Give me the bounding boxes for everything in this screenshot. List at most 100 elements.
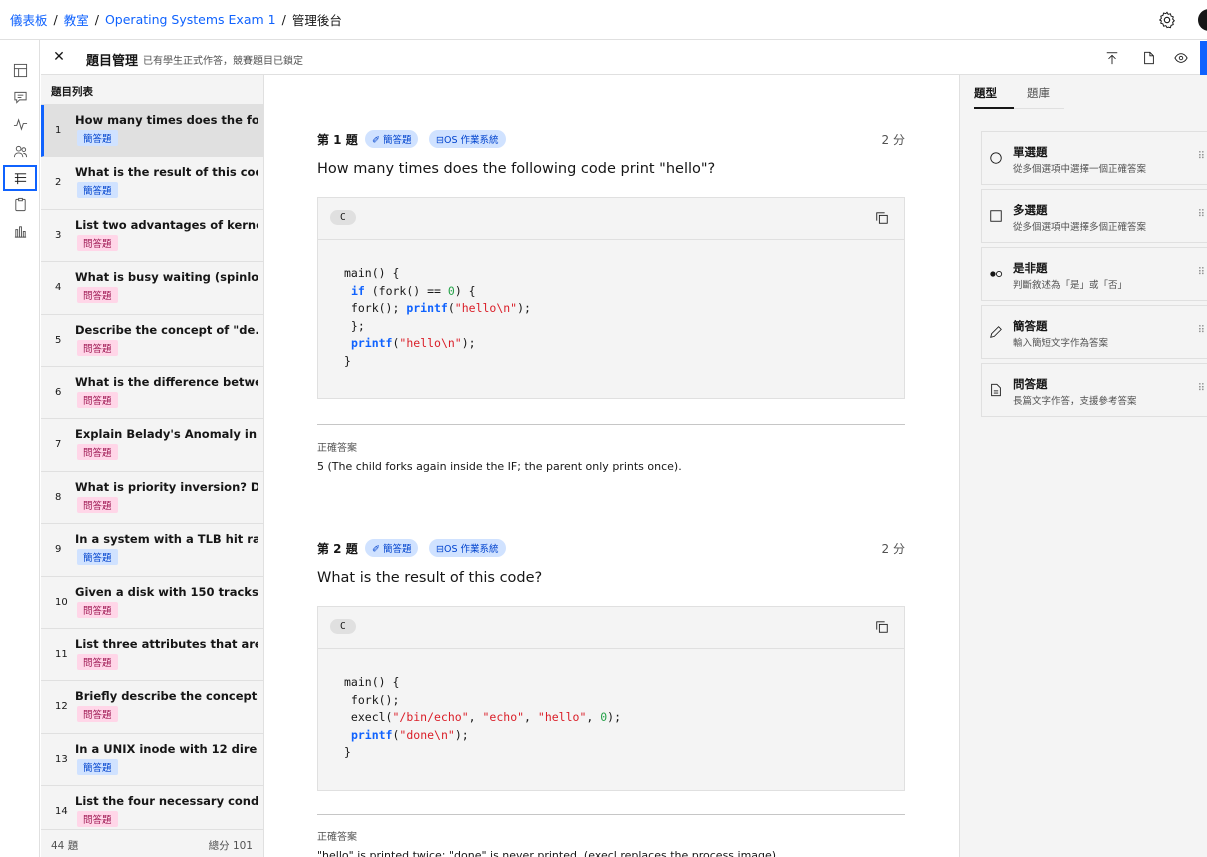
file-icon[interactable]: [1141, 50, 1157, 66]
question-list-item[interactable]: 1 How many times does the fol... 簡答題: [41, 105, 263, 158]
answer-label: 正確答案: [317, 832, 357, 843]
question-type-tag: 問答題: [77, 287, 118, 304]
right-tabs: 題型 題庫: [960, 75, 1207, 109]
question-type-tag: 問答題: [77, 653, 118, 670]
question-list-number: 12: [55, 701, 68, 713]
top-bar: 儀表板 / 教室 / Operating Systems Exam 1 / 管理…: [0, 0, 1207, 40]
category-chip: ⊟OS 作業系統: [429, 539, 506, 557]
question-list-item[interactable]: 9 In a system with a TLB hit rat... 簡答題: [41, 524, 263, 577]
activity-icon[interactable]: [10, 114, 30, 134]
question-list-header: 題目列表: [41, 75, 263, 105]
answer-label: 正確答案: [317, 443, 357, 454]
question-list-item[interactable]: 7 Explain Belady's Anomaly in ... 問答題: [41, 419, 263, 472]
tab-question-types[interactable]: 題型: [974, 85, 997, 101]
divider: [317, 424, 905, 425]
question-type-tag: 簡答題: [77, 549, 118, 566]
chart-icon[interactable]: [10, 221, 30, 241]
question-list-item[interactable]: 4 What is busy waiting (spinloc... 問答題: [41, 262, 263, 315]
question-type-desc: 長篇文字作答，支援參考答案: [1013, 396, 1137, 407]
eye-icon[interactable]: [1173, 50, 1189, 66]
question-type-tag: 問答題: [77, 391, 118, 408]
code-content: main() { fork(); execl("/bin/echo", "ech…: [344, 675, 622, 759]
breadcrumb-exam[interactable]: Operating Systems Exam 1: [105, 12, 276, 27]
avatar[interactable]: [1198, 9, 1207, 31]
panel-subtitle: 已有學生正式作答，競賽題目已鎖定: [143, 56, 303, 67]
question-number: 第 1 題: [317, 133, 358, 147]
panel-title: 題目管理: [86, 54, 139, 69]
question-type-tag: 問答題: [77, 234, 118, 251]
panel-header: ✕ 題目管理 已有學生正式作答，競賽題目已鎖定: [41, 41, 1207, 75]
question-type-card[interactable]: 問答題長篇文字作答，支援參考答案 ⠿: [981, 363, 1207, 417]
breadcrumb-separator: /: [94, 12, 99, 27]
chat-icon[interactable]: [10, 87, 30, 107]
question-list-number: 11: [55, 648, 68, 660]
question-list-item[interactable]: 6 What is the difference betwe... 問答題: [41, 367, 263, 420]
question-list-title: Briefly describe the concepts...: [75, 689, 258, 704]
drag-handle-icon[interactable]: ⠿: [1198, 383, 1205, 394]
question-points: 2 分: [881, 542, 905, 556]
question-type-title: 多選題: [1013, 203, 1048, 217]
question-list-number: 14: [55, 806, 68, 818]
dashboard-icon[interactable]: [10, 60, 30, 80]
breadcrumb-classroom[interactable]: 教室: [64, 10, 89, 29]
checkbox-icon: [989, 208, 1003, 222]
question-list-title: What is priority inversion? De...: [75, 479, 258, 494]
clipboard-icon[interactable]: [10, 194, 30, 214]
question-type-card[interactable]: 多選題從多個選項中選擇多個正確答案 ⠿: [981, 189, 1207, 243]
question-count: 44 題: [51, 840, 79, 852]
question-type-card[interactable]: 是非題 判斷敘述為「是」或「否」 ⠿: [981, 247, 1207, 301]
question-type-title: 問答題: [1013, 377, 1048, 391]
drag-handle-icon[interactable]: ⠿: [1198, 325, 1205, 336]
question-text: What is the result of this code?: [317, 570, 543, 586]
type-chip: ✐ 簡答題: [365, 130, 419, 148]
question-list-item[interactable]: 5 Describe the concept of "de... 問答題: [41, 315, 263, 367]
question-manage-icon[interactable]: [3, 165, 37, 191]
question-type-card[interactable]: 單選題 從多個選項中選擇一個正確答案 ⠿: [981, 131, 1207, 185]
question-type-desc: 從多個選項中選擇多個正確答案: [1013, 222, 1147, 233]
copy-icon[interactable]: [875, 619, 889, 633]
question-list: 題目列表 1 How many times does the fol... 簡答題 2…: [41, 75, 264, 857]
question-list-number: 8: [55, 491, 62, 503]
question-list-number: 9: [55, 544, 62, 556]
close-icon[interactable]: ✕: [51, 48, 67, 66]
toggle-icon: [989, 266, 1003, 280]
question-list-item[interactable]: 3 List two advantages of kernel... 問答題: [41, 210, 263, 263]
question-list-item[interactable]: 10 Given a disk with 150 tracks ... 問答題: [41, 577, 263, 629]
question-type-card[interactable]: 簡答題輸入簡短文字作為答案 ⠿: [981, 305, 1207, 359]
total-score: 總分 101: [208, 840, 253, 852]
users-icon[interactable]: [10, 141, 30, 161]
question-type-tag: 問答題: [77, 811, 118, 828]
tab-question-bank[interactable]: 題庫: [1027, 85, 1050, 101]
question-type-title: 簡答題: [1013, 319, 1048, 333]
breadcrumb-current: 管理後台: [291, 13, 342, 28]
copy-icon[interactable]: [875, 210, 889, 224]
answer-text: 5 (The child forks again inside the IF; …: [317, 460, 682, 473]
question-type-title: 單選題: [1013, 145, 1048, 159]
upload-icon[interactable]: [1104, 50, 1120, 66]
question-list-number: 6: [55, 386, 62, 398]
question-list-item[interactable]: 13 In a UNIX inode with 12 dire... 簡答題: [41, 734, 263, 787]
drag-handle-icon[interactable]: ⠿: [1198, 267, 1205, 278]
question-type-tag: 問答題: [77, 601, 118, 618]
code-block: C main() { fork(); execl("/bin/echo", "e…: [317, 606, 905, 791]
breadcrumb-dashboard[interactable]: 儀表板: [10, 10, 48, 29]
question-block: 第 2 題 ✐ 簡答題 ⊟OS 作業系統 2 分 What is the res…: [317, 538, 905, 857]
question-list-number: 13: [55, 753, 68, 765]
question-detail-area[interactable]: 第 1 題 ✐ 簡答題 ⊟OS 作業系統 2 分 How many times …: [264, 75, 959, 857]
question-type-desc: 輸入簡短文字作為答案: [1013, 338, 1109, 349]
question-list-title: Describe the concept of "de...: [75, 322, 258, 337]
question-type-title: 是非題: [1013, 261, 1048, 275]
drag-handle-icon[interactable]: ⠿: [1198, 209, 1205, 220]
question-text: How many times does the following code p…: [317, 161, 716, 177]
question-list-item[interactable]: 12 Briefly describe the concepts... 問答題: [41, 681, 263, 734]
question-list-item[interactable]: 11 List three attributes that are ... 問答題: [41, 629, 263, 682]
code-block: C main() { if (fork() == 0) { fork(); pr…: [317, 197, 905, 399]
gear-icon[interactable]: [1158, 11, 1176, 29]
question-list-title: In a system with a TLB hit rat...: [75, 532, 258, 547]
tab-active-indicator: [974, 107, 1014, 109]
question-type-tag: 問答題: [77, 496, 118, 513]
question-list-title: In a UNIX inode with 12 dire...: [75, 741, 258, 756]
question-list-item[interactable]: 8 What is priority inversion? De... 問答題: [41, 472, 263, 525]
drag-handle-icon[interactable]: ⠿: [1198, 151, 1205, 162]
question-list-item[interactable]: 2 What is the result of this cod... 簡答題: [41, 157, 263, 210]
